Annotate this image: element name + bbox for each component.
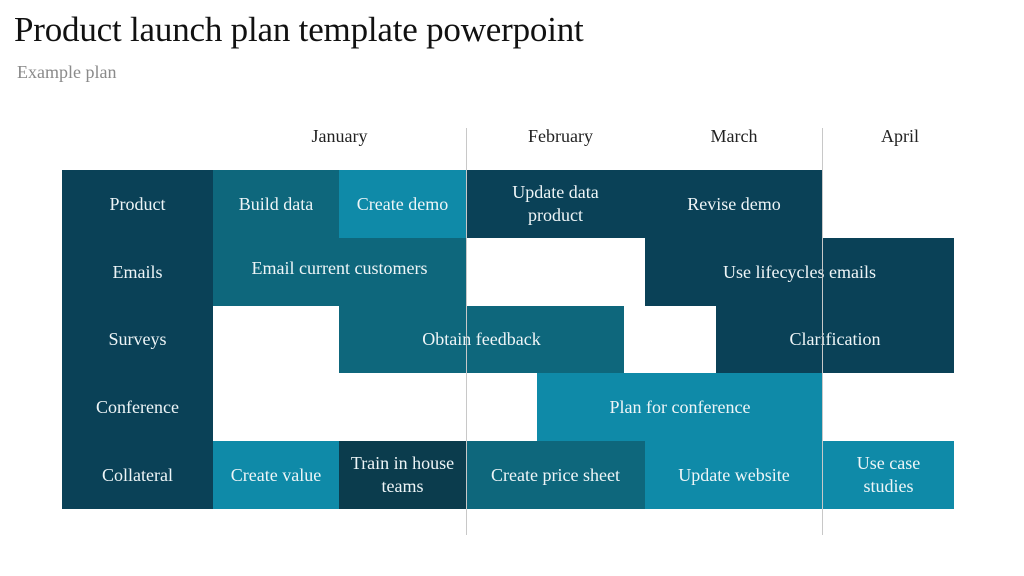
row-label-product: Product xyxy=(62,170,213,238)
task-clarification: Clarification xyxy=(716,306,954,373)
task-revise-demo: Revise demo xyxy=(645,170,823,238)
task-train-in-house-teams: Train in house teams xyxy=(339,441,466,509)
task-plan-for-conference: Plan for conference xyxy=(537,373,823,441)
row-label-conference: Conference xyxy=(62,373,213,441)
row-label-collateral: Collateral xyxy=(62,441,213,509)
page-title: Product launch plan template powerpoint xyxy=(14,10,584,49)
task-build-data: Build data xyxy=(213,170,339,238)
task-use-case-studies: Use case studies xyxy=(823,441,954,509)
task-email-current-customers: Email current customers xyxy=(213,238,466,306)
month-header-march: March xyxy=(710,126,758,146)
month-header-april: April xyxy=(881,126,919,146)
task-create-demo: Create demo xyxy=(339,170,466,238)
month-header-january: January xyxy=(311,126,368,146)
month-divider xyxy=(466,128,467,535)
task-update-website: Update website xyxy=(645,441,823,509)
task-create-value: Create value xyxy=(213,441,339,509)
row-label-surveys: Surveys xyxy=(62,306,213,373)
page-subtitle: Example plan xyxy=(17,62,117,82)
task-obtain-feedback: Obtain feedback xyxy=(339,306,624,373)
task-update-data-product: Update data product xyxy=(466,170,645,238)
month-divider xyxy=(822,128,823,535)
task-create-price-sheet: Create price sheet xyxy=(466,441,645,509)
month-header-february: February xyxy=(528,126,593,146)
row-label-emails: Emails xyxy=(62,238,213,306)
task-use-lifecycles-emails: Use lifecycles emails xyxy=(645,238,954,306)
